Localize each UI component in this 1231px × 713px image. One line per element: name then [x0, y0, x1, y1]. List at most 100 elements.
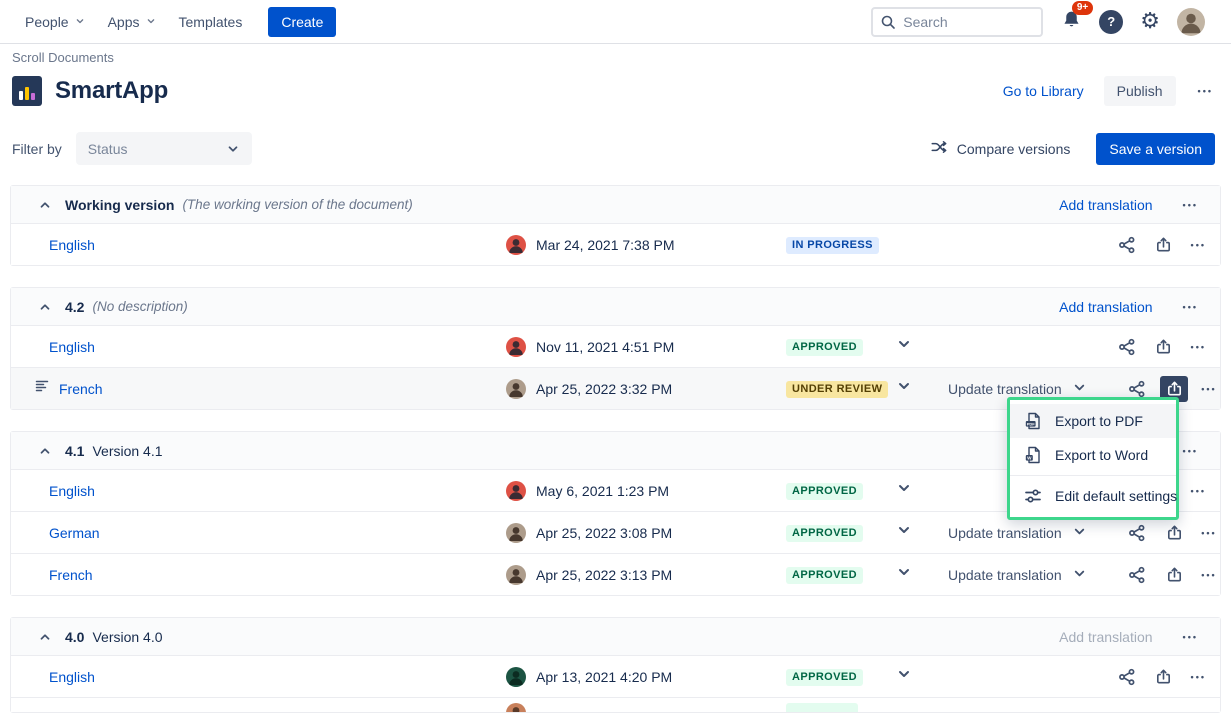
- export-button[interactable]: [1160, 562, 1188, 588]
- status-chevron-down-icon[interactable]: [896, 480, 912, 501]
- settings-gear-icon[interactable]: ⚙: [1140, 11, 1160, 33]
- language-link[interactable]: French: [59, 381, 103, 397]
- share-button[interactable]: [1113, 232, 1141, 258]
- publish-button[interactable]: Publish: [1104, 76, 1176, 106]
- bell-icon: [1061, 17, 1082, 34]
- help-button[interactable]: ?: [1099, 10, 1123, 34]
- menu-item-export-word[interactable]: W Export to Word: [1010, 438, 1176, 472]
- export-button[interactable]: [1150, 334, 1178, 360]
- breadcrumb[interactable]: Scroll Documents: [0, 44, 1231, 65]
- status-chevron-down-icon[interactable]: [896, 336, 912, 357]
- section-more-button[interactable]: •••: [1181, 196, 1200, 214]
- version-row: English Nov 11, 2021 4:51 PM APPROVED ••…: [11, 325, 1220, 367]
- export-button[interactable]: [1150, 664, 1178, 690]
- language-link[interactable]: German: [49, 525, 100, 541]
- search-box: [871, 7, 1043, 37]
- section-description: Version 4.1: [92, 443, 162, 459]
- share-button[interactable]: [1113, 334, 1141, 360]
- share-button[interactable]: [1113, 664, 1141, 690]
- add-translation-link[interactable]: Add translation: [1059, 197, 1152, 213]
- compare-versions-button[interactable]: Compare versions: [930, 138, 1071, 159]
- language-link[interactable]: French: [49, 567, 93, 583]
- export-button[interactable]: [1160, 520, 1188, 546]
- row-more-button[interactable]: •••: [1199, 524, 1218, 542]
- status-badge: UNDER REVIEW: [786, 381, 888, 398]
- avatar: [506, 337, 526, 357]
- share-button[interactable]: [1123, 562, 1151, 588]
- row-more-button[interactable]: •••: [1189, 482, 1208, 500]
- language-link[interactable]: English: [49, 237, 95, 253]
- section-more-button[interactable]: •••: [1181, 298, 1200, 316]
- question-mark-icon: ?: [1107, 14, 1115, 29]
- collapse-chevron-up-icon[interactable]: [38, 198, 52, 212]
- section-header: 4.2 (No description) Add translation •••: [11, 288, 1220, 325]
- toolbar: Filter by Status Compare versions Save a…: [12, 132, 1215, 165]
- collapse-chevron-up-icon[interactable]: [38, 630, 52, 644]
- avatar: [506, 667, 526, 687]
- row-more-button[interactable]: •••: [1199, 380, 1218, 398]
- section-name: 4.0: [65, 629, 84, 645]
- nav-templates[interactable]: Templates: [179, 14, 243, 30]
- nav-people[interactable]: People: [25, 14, 86, 30]
- add-translation-link[interactable]: Add translation: [1059, 299, 1152, 315]
- status-filter-select[interactable]: Status: [76, 132, 252, 165]
- status-badge: APPROVED: [786, 339, 863, 356]
- version-row: English Mar 24, 2021 7:38 PM IN PROGRESS…: [11, 223, 1220, 265]
- search-input[interactable]: [871, 7, 1043, 37]
- modified-date: Apr 13, 2021 4:20 PM: [536, 669, 672, 685]
- collapse-chevron-up-icon[interactable]: [38, 444, 52, 458]
- version-row: English Apr 13, 2021 4:20 PM APPROVED ••…: [11, 655, 1220, 697]
- section-name: 4.2: [65, 299, 84, 315]
- share-button[interactable]: [1123, 520, 1151, 546]
- status-chevron-down-icon[interactable]: [896, 522, 912, 543]
- nav-apps[interactable]: Apps: [108, 14, 157, 30]
- row-more-button[interactable]: •••: [1199, 566, 1218, 584]
- row-more-button[interactable]: •••: [1189, 668, 1208, 686]
- avatar: [506, 481, 526, 501]
- search-icon: [880, 14, 896, 30]
- compare-versions-label: Compare versions: [957, 141, 1071, 157]
- section-header: 4.0 Version 4.0 Add translation •••: [11, 618, 1220, 655]
- menu-item-label: Export to PDF: [1055, 413, 1143, 429]
- collapse-chevron-up-icon[interactable]: [38, 300, 52, 314]
- page-tree-icon: [35, 379, 49, 398]
- word-doc-icon: W: [1023, 445, 1043, 465]
- chevron-down-icon[interactable]: [1072, 566, 1087, 584]
- avatar: [506, 379, 526, 399]
- status-badge: [786, 703, 858, 712]
- avatar: [506, 703, 526, 712]
- notifications-button[interactable]: 9+: [1061, 9, 1082, 35]
- row-more-button[interactable]: •••: [1189, 338, 1208, 356]
- language-link[interactable]: English: [49, 669, 95, 685]
- chevron-down-icon[interactable]: [1072, 380, 1087, 398]
- status-badge: APPROVED: [786, 525, 863, 542]
- go-to-library-link[interactable]: Go to Library: [1003, 83, 1084, 99]
- add-translation-link[interactable]: Add translation: [1059, 629, 1152, 645]
- language-link[interactable]: English: [49, 339, 95, 355]
- row-more-button[interactable]: •••: [1189, 236, 1208, 254]
- language-link[interactable]: English: [49, 483, 95, 499]
- notification-badge: 9+: [1072, 1, 1093, 15]
- section-more-button[interactable]: •••: [1181, 442, 1200, 460]
- status-chevron-down-icon[interactable]: [896, 666, 912, 687]
- avatar: [506, 565, 526, 585]
- section-more-button[interactable]: •••: [1181, 628, 1200, 646]
- filter-by-label: Filter by: [12, 141, 62, 157]
- update-translation-label[interactable]: Update translation: [948, 381, 1062, 397]
- update-translation-label[interactable]: Update translation: [948, 525, 1062, 541]
- save-version-button[interactable]: Save a version: [1096, 133, 1215, 165]
- menu-item-export-pdf[interactable]: PDF Export to PDF: [1010, 404, 1176, 438]
- status-chevron-down-icon[interactable]: [896, 564, 912, 585]
- status-chevron-down-icon[interactable]: [896, 378, 912, 399]
- chevron-down-icon: [145, 14, 157, 30]
- chevron-down-icon[interactable]: [1072, 524, 1087, 542]
- menu-item-edit-default-settings[interactable]: Edit default settings: [1010, 479, 1176, 513]
- avatar: [506, 235, 526, 255]
- user-avatar[interactable]: [1177, 8, 1205, 36]
- status-badge: APPROVED: [786, 483, 863, 500]
- nav-templates-label: Templates: [179, 14, 243, 30]
- page-more-button[interactable]: •••: [1196, 82, 1215, 100]
- export-button[interactable]: [1150, 232, 1178, 258]
- create-button[interactable]: Create: [268, 7, 336, 37]
- update-translation-label[interactable]: Update translation: [948, 567, 1062, 583]
